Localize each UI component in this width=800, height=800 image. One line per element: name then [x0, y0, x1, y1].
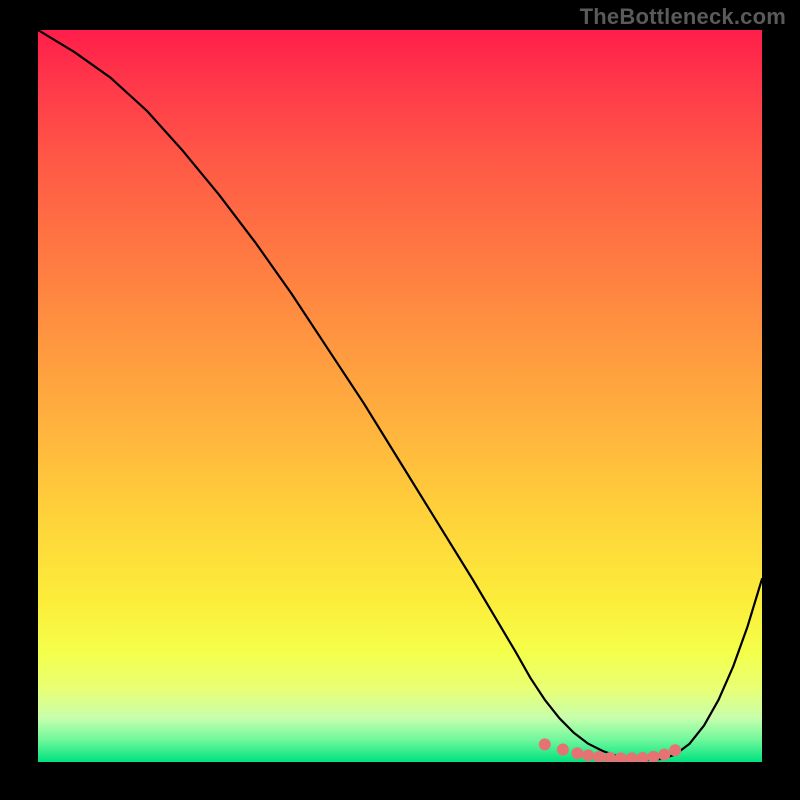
- marker-dot: [582, 749, 594, 761]
- marker-dots: [539, 738, 681, 762]
- marker-dot: [626, 752, 638, 762]
- curve-path: [38, 30, 762, 760]
- marker-dot: [637, 752, 649, 762]
- marker-dot: [669, 744, 681, 756]
- chart-container: TheBottleneck.com: [0, 0, 800, 800]
- marker-dot: [647, 751, 659, 762]
- plot-svg: [38, 30, 762, 762]
- marker-dot: [539, 738, 551, 750]
- marker-dot: [571, 747, 583, 759]
- watermark-text: TheBottleneck.com: [580, 4, 786, 30]
- marker-dot: [593, 751, 605, 762]
- marker-dot: [615, 752, 627, 762]
- marker-dot: [658, 749, 670, 761]
- marker-dot: [557, 744, 569, 756]
- marker-dot: [604, 752, 616, 762]
- plot-area: [38, 30, 762, 762]
- curve-line: [38, 30, 762, 760]
